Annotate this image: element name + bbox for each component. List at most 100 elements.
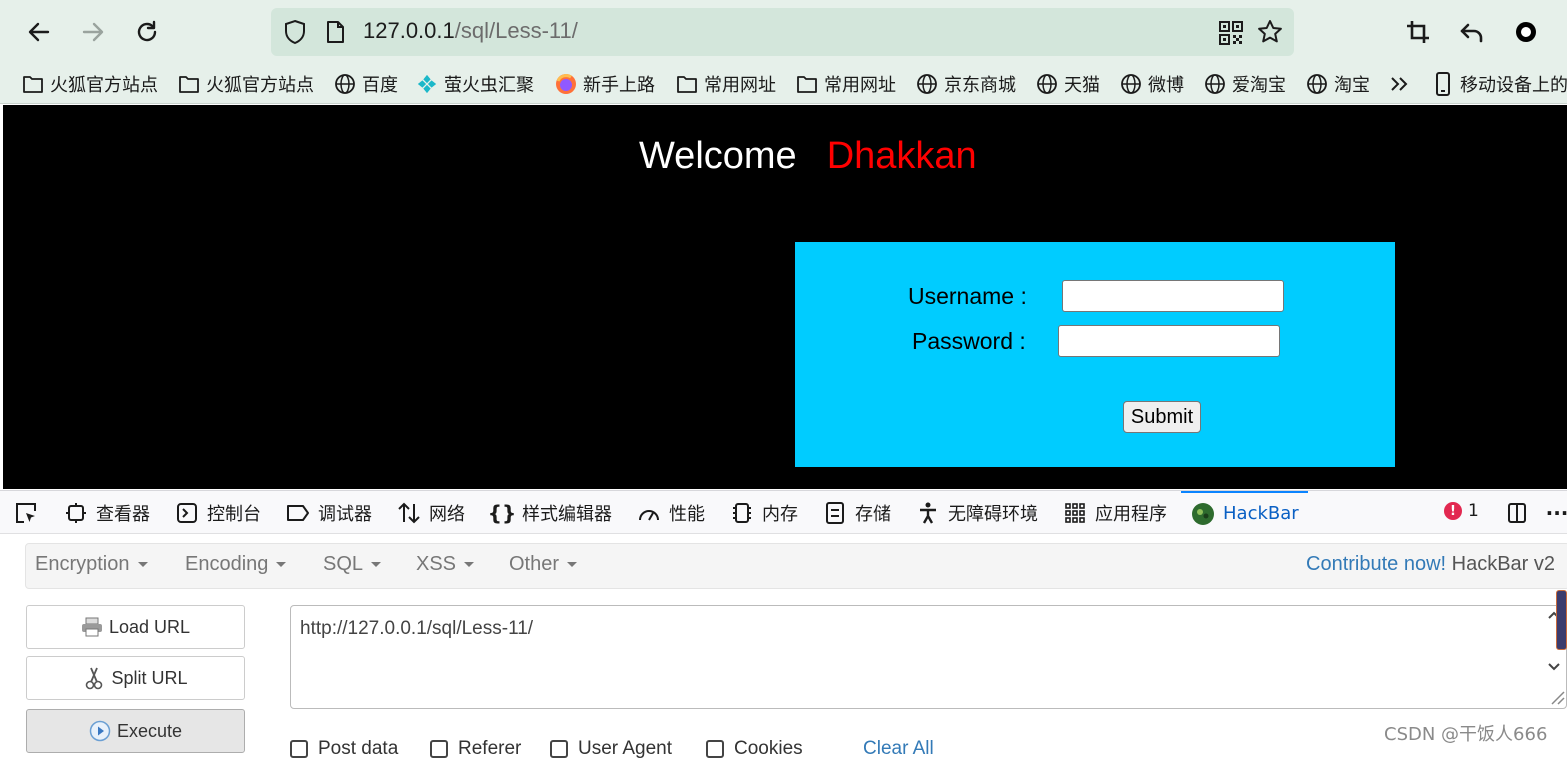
accessibility-person-icon xyxy=(916,501,940,525)
tab-application[interactable]: 应用程序 xyxy=(1063,491,1167,533)
bookmark-item[interactable]: 新手上路 xyxy=(555,70,655,98)
arrow-right-icon xyxy=(82,22,104,42)
gauge-icon xyxy=(637,501,661,525)
welcome-heading: Welcome Dhakkan xyxy=(639,135,977,178)
bookmark-star-icon[interactable] xyxy=(1256,18,1284,46)
menu-encryption[interactable]: Encryption xyxy=(35,553,148,576)
page-info-icon[interactable] xyxy=(323,19,347,45)
tab-accessibility[interactable]: 无障碍环境 xyxy=(916,491,1038,533)
url-text[interactable]: 127.0.0.1/sql/Less-11/ xyxy=(363,18,578,44)
folder-icon xyxy=(796,73,818,95)
memory-chip-icon xyxy=(730,501,754,525)
extension-button[interactable] xyxy=(1508,14,1544,50)
grid-icon xyxy=(1063,501,1087,525)
post-data-checkbox[interactable]: Post data xyxy=(290,738,398,760)
hackbar-version: HackBar v2 xyxy=(1451,553,1556,575)
tab-network[interactable]: 网络 xyxy=(397,491,465,533)
watermark: CSDN @干饭人666 xyxy=(1384,724,1548,745)
bookmarks-overflow-button[interactable] xyxy=(1388,70,1416,98)
username-label: Username : xyxy=(908,283,1027,309)
firefox-icon xyxy=(555,73,577,95)
network-arrows-icon xyxy=(397,501,421,525)
bookmark-item[interactable]: 火狐官方站点 xyxy=(22,70,158,98)
bookmark-item-mobile[interactable]: 移动设备上的书 xyxy=(1432,70,1567,98)
more-options-button[interactable]: ··· xyxy=(1545,491,1567,533)
tab-debugger[interactable]: 调试器 xyxy=(286,491,372,533)
url-path: /sql/Less-11/ xyxy=(454,18,578,43)
debugger-icon xyxy=(286,501,310,525)
bookmarks-bar: 火狐官方站点 火狐官方站点 百度 萤火虫汇聚 新手上路 常用网址 常用网址 京东… xyxy=(0,64,1567,104)
forward-button[interactable] xyxy=(75,14,111,50)
bookmark-item[interactable]: 淘宝 xyxy=(1306,70,1370,98)
load-url-button[interactable]: Load URL xyxy=(26,605,245,649)
execute-button[interactable]: Execute xyxy=(26,709,245,753)
tab-inspector[interactable]: 查看器 xyxy=(64,491,150,533)
url-bar[interactable]: 127.0.0.1/sql/Less-11/ xyxy=(271,8,1294,56)
tab-style-editor[interactable]: {} 样式编辑器 xyxy=(487,491,612,533)
cookies-checkbox[interactable]: Cookies xyxy=(706,738,803,760)
arrow-left-icon xyxy=(28,22,50,42)
bookmark-item[interactable]: 火狐官方站点 xyxy=(178,70,314,98)
globe-icon xyxy=(1120,73,1142,95)
folder-icon xyxy=(178,73,200,95)
menu-encoding[interactable]: Encoding xyxy=(185,553,287,576)
undo-icon xyxy=(1460,23,1483,43)
double-chevron-right-icon xyxy=(1388,73,1410,95)
menu-other[interactable]: Other xyxy=(509,553,578,576)
bookmark-item[interactable]: 微博 xyxy=(1120,70,1184,98)
console-icon xyxy=(175,501,199,525)
bookmark-item[interactable]: 常用网址 xyxy=(676,70,776,98)
error-count-badge[interactable]: ! 1 xyxy=(1444,501,1479,521)
hackbar-menu-bar: Encryption Encoding SQL XSS Other Contri… xyxy=(25,543,1567,589)
menu-sql[interactable]: SQL xyxy=(323,553,382,576)
bookmark-item[interactable]: 常用网址 xyxy=(796,70,896,98)
element-picker-icon xyxy=(14,501,38,525)
printer-icon xyxy=(81,616,103,638)
contribute-link[interactable]: Contribute now! HackBar v2 xyxy=(1306,553,1555,576)
password-input[interactable] xyxy=(1058,325,1280,357)
undo-button[interactable] xyxy=(1454,14,1490,50)
dock-button[interactable] xyxy=(1505,491,1537,533)
username-input[interactable] xyxy=(1062,280,1284,312)
screenshot-button[interactable] xyxy=(1400,14,1436,50)
reload-icon xyxy=(137,20,157,42)
tab-performance[interactable]: 性能 xyxy=(637,491,705,533)
inspector-icon xyxy=(64,501,88,525)
reload-button[interactable] xyxy=(129,14,165,50)
qr-code-icon[interactable] xyxy=(1218,20,1244,46)
tab-hackbar[interactable]: HackBar xyxy=(1181,491,1308,533)
url-textarea[interactable]: http://127.0.0.1/sql/Less-11/ xyxy=(290,605,1567,709)
caret-down-icon xyxy=(371,562,382,567)
shield-icon[interactable] xyxy=(281,18,309,46)
scissors-icon xyxy=(83,667,105,690)
braces-icon: {} xyxy=(487,500,517,525)
menu-xss[interactable]: XSS xyxy=(416,553,475,576)
tab-memory[interactable]: 内存 xyxy=(730,491,798,533)
tab-storage[interactable]: 存储 xyxy=(823,491,891,533)
side-panel-handle[interactable] xyxy=(1556,590,1567,650)
split-url-button[interactable]: Split URL xyxy=(26,656,245,700)
crop-icon xyxy=(1407,21,1429,43)
globe-icon xyxy=(334,73,356,95)
bookmark-item[interactable]: 百度 xyxy=(334,70,398,98)
bookmark-item[interactable]: 萤火虫汇聚 xyxy=(416,70,534,98)
bookmark-item[interactable]: 天猫 xyxy=(1036,70,1100,98)
submit-button[interactable]: Submit xyxy=(1123,401,1201,433)
play-icon xyxy=(89,720,111,742)
tab-console[interactable]: 控制台 xyxy=(175,491,261,533)
element-picker-button[interactable] xyxy=(14,491,46,533)
circle-icon xyxy=(1516,22,1536,42)
firefly-icon xyxy=(416,73,438,95)
welcome-text: Welcome xyxy=(639,135,797,177)
globe-icon xyxy=(1204,73,1226,95)
globe-icon xyxy=(1306,73,1328,95)
referer-checkbox[interactable]: Referer xyxy=(430,738,521,760)
bookmark-item[interactable]: 京东商城 xyxy=(916,70,1016,98)
bookmark-item[interactable]: 爱淘宝 xyxy=(1204,70,1286,98)
back-button[interactable] xyxy=(21,14,57,50)
user-agent-checkbox[interactable]: User Agent xyxy=(550,738,672,760)
clear-all-link[interactable]: Clear All xyxy=(863,738,934,760)
devtools-tab-bar: 查看器 控制台 调试器 网络 {} 样式编辑器 性能 内存 存储 无障碍环境 应用… xyxy=(0,490,1567,534)
welcome-name: Dhakkan xyxy=(826,135,977,177)
url-textarea-value: http://127.0.0.1/sql/Less-11/ xyxy=(300,618,534,639)
